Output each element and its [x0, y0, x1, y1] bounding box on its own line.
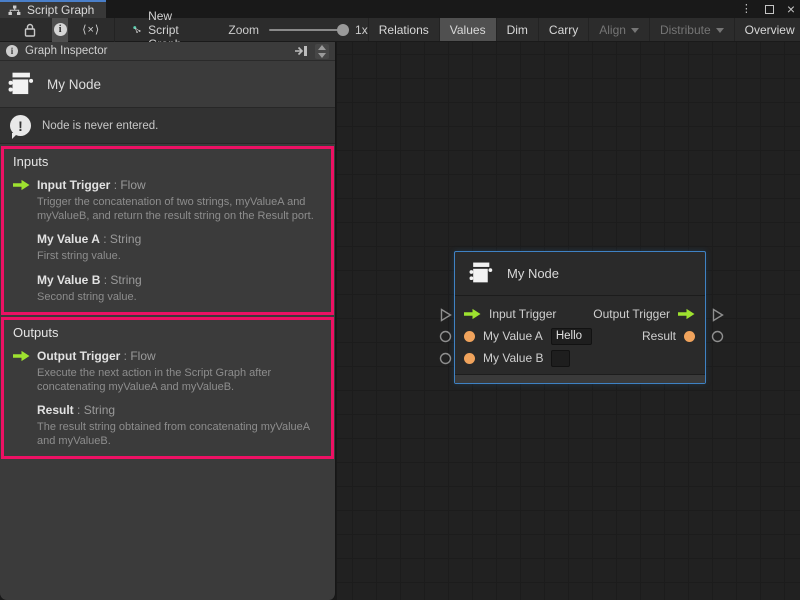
overview-button[interactable]: Overview [734, 18, 800, 41]
value-connection-endpoint[interactable] [439, 330, 452, 343]
panel-scroll-spinner[interactable] [315, 44, 329, 59]
chevron-down-icon [631, 28, 639, 33]
input-trigger-port-label: Input Trigger [489, 307, 556, 321]
unity-script-graph-window: Script Graph ⋮ × i ⟨×⟩ [0, 0, 800, 600]
graph-hierarchy-icon [8, 5, 21, 16]
inspected-node-title: My Node [47, 77, 101, 92]
graph-node-my-node[interactable]: My Node Input Trigger Output Trigger [454, 251, 706, 384]
code-preview-icon[interactable]: ⟨×⟩ [82, 23, 100, 36]
port-row-input-trigger: Input Trigger : Flow Trigger the concate… [13, 176, 323, 223]
relations-button[interactable]: Relations [368, 18, 439, 41]
outputs-section-title: Outputs [13, 325, 323, 340]
warning-icon: ! [10, 115, 31, 136]
inspector-title: Graph Inspector [25, 45, 294, 57]
graph-canvas[interactable]: My Node Input Trigger Output Trigger [337, 42, 800, 600]
zoom-label: Zoom [228, 23, 259, 37]
close-icon[interactable]: × [787, 2, 795, 16]
flow-output-port-icon[interactable] [678, 308, 695, 320]
value-port-icon [13, 401, 37, 448]
carry-button[interactable]: Carry [538, 18, 588, 41]
chevron-up-icon[interactable] [318, 45, 326, 50]
inputs-section-title: Inputs [13, 154, 323, 169]
warning-text: Node is never entered. [42, 120, 158, 132]
dim-button[interactable]: Dim [496, 18, 538, 41]
value-port-icon [13, 230, 37, 264]
window-controls: ⋮ × [741, 0, 795, 18]
output-trigger-port-label: Output Trigger [593, 307, 670, 321]
zoom-slider-knob[interactable] [337, 24, 349, 36]
value-output-port-icon[interactable] [684, 331, 695, 342]
inputs-section: Inputs Input Trigger : Flow Trigger the … [1, 146, 334, 315]
values-button[interactable]: Values [439, 18, 496, 41]
result-port-label: Result [642, 329, 676, 343]
toolbar-separator [114, 18, 115, 42]
value-input-port-icon[interactable] [464, 353, 475, 364]
node-ports: Input Trigger Output Trigger My Value A [455, 296, 705, 369]
toolbar-button-group: Relations Values Dim Carry Align Distrib… [368, 18, 800, 41]
node-footer-bar [455, 374, 705, 383]
info-icon: i [6, 45, 18, 57]
port-row-result: Result : String The result string obtain… [13, 401, 323, 448]
node-icon [469, 261, 494, 286]
warning-banner: ! Node is never entered. [0, 107, 335, 144]
align-dropdown[interactable]: Align [588, 18, 649, 41]
window-menu-icon[interactable]: ⋮ [741, 4, 752, 15]
toolbar: i ⟨×⟩ New Script Graph Zoom 1x [0, 18, 800, 42]
node-header[interactable]: My Node [455, 252, 705, 296]
maximize-icon[interactable] [765, 5, 774, 14]
value-input-port-icon[interactable] [464, 331, 475, 342]
dock-panel-icon[interactable] [294, 45, 309, 57]
zoom-control: Zoom 1x [228, 23, 367, 37]
my-value-b-field[interactable] [551, 350, 570, 367]
script-graph-icon [133, 23, 141, 36]
flow-port-icon [13, 176, 37, 223]
inspector-toggle-button[interactable]: i [52, 18, 68, 42]
node-icon [8, 71, 35, 98]
zoom-slider[interactable] [269, 29, 347, 31]
chevron-down-icon [716, 28, 724, 33]
flow-port-icon [13, 347, 37, 394]
info-icon: i [54, 23, 67, 36]
value-connection-endpoint[interactable] [711, 330, 724, 343]
graph-inspector-panel: i Graph Inspector My Node [0, 42, 336, 600]
my-value-a-port-label: My Value A [483, 329, 543, 343]
value-port-icon [13, 271, 37, 305]
lock-icon[interactable] [24, 23, 36, 37]
my-value-b-port-label: My Value B [483, 351, 543, 365]
inspector-header: i Graph Inspector [0, 42, 335, 61]
tab-script-graph[interactable]: Script Graph [0, 0, 106, 18]
flow-connection-endpoint[interactable] [711, 308, 725, 322]
port-row-my-value-b: My Value B : String Second string value. [13, 271, 323, 305]
flow-input-port-icon[interactable] [464, 308, 481, 320]
chevron-down-icon[interactable] [318, 53, 326, 58]
tab-bar: Script Graph ⋮ × [0, 0, 800, 18]
port-row-my-value-a: My Value A : String First string value. [13, 230, 323, 264]
tab-label: Script Graph [27, 3, 94, 17]
port-row-output-trigger: Output Trigger : Flow Execute the next a… [13, 347, 323, 394]
value-connection-endpoint[interactable] [439, 352, 452, 365]
zoom-value: 1x [355, 23, 368, 37]
toolbar-left-group: i ⟨×⟩ New Script Graph Zoom 1x [0, 18, 368, 41]
node-title: My Node [507, 266, 559, 281]
inspected-node-header: My Node [0, 61, 335, 107]
flow-connection-endpoint[interactable] [439, 308, 453, 322]
outputs-section: Outputs Output Trigger : Flow Execute th… [1, 317, 334, 459]
my-value-a-field[interactable] [551, 328, 592, 345]
distribute-dropdown[interactable]: Distribute [649, 18, 734, 41]
